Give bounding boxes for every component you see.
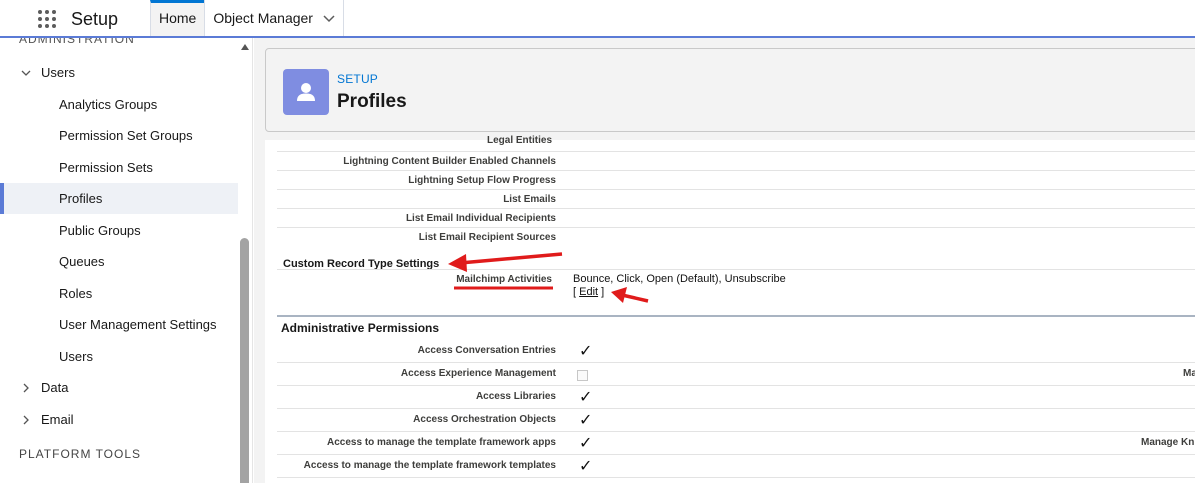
- annotation-overlay: [448, 252, 649, 303]
- annotation-arrow-icon: [611, 287, 649, 303]
- annotation-arrow-icon: [448, 252, 563, 272]
